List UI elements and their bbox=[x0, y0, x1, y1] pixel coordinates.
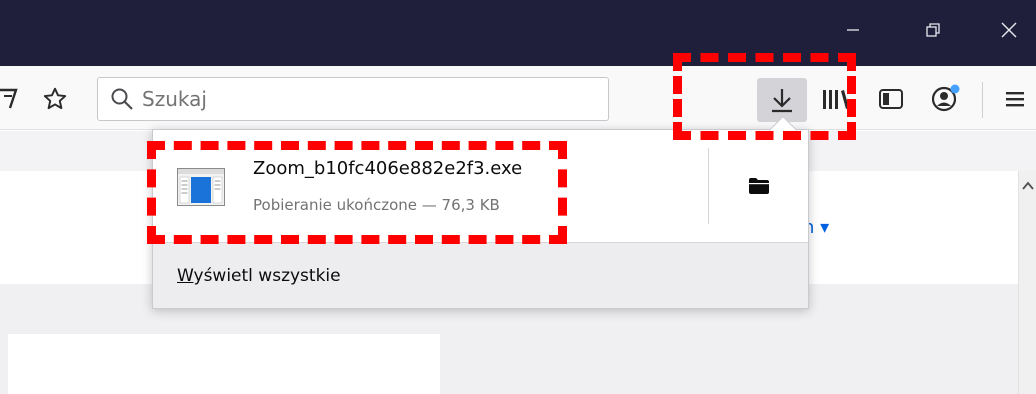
sidebar-icon[interactable] bbox=[874, 84, 908, 114]
search-icon bbox=[110, 87, 134, 111]
download-icon bbox=[769, 86, 795, 114]
show-all-downloads-button[interactable]: Wyświetl wszystkie bbox=[153, 242, 808, 308]
menu-icon[interactable] bbox=[998, 84, 1032, 114]
account-icon[interactable] bbox=[926, 82, 966, 114]
reader-view-icon[interactable] bbox=[0, 82, 22, 116]
folder-icon bbox=[748, 177, 770, 195]
show-in-folder-button[interactable] bbox=[709, 130, 808, 242]
toolbar-separator bbox=[982, 82, 983, 118]
bookmark-star-icon[interactable] bbox=[40, 82, 70, 116]
page-scrollbar[interactable] bbox=[1018, 171, 1036, 394]
page-card bbox=[8, 334, 440, 394]
search-field[interactable] bbox=[97, 77, 609, 121]
show-all-rest: yświetl wszystkie bbox=[193, 266, 341, 286]
close-icon[interactable] bbox=[989, 10, 1029, 50]
window-titlebar bbox=[0, 0, 1036, 66]
exe-file-icon bbox=[177, 168, 225, 206]
download-filename: Zoom_b10fc406e882e2f3.exe bbox=[253, 158, 523, 179]
minimize-icon[interactable] bbox=[833, 10, 873, 50]
search-input[interactable] bbox=[142, 87, 582, 111]
download-status: Pobieranie ukończone — 76,3 KB bbox=[253, 196, 500, 214]
library-icon[interactable] bbox=[818, 84, 852, 114]
restore-icon[interactable] bbox=[913, 10, 953, 50]
scroll-up-icon[interactable] bbox=[1020, 179, 1036, 193]
show-all-label: Wyświetl wszystkie bbox=[177, 266, 341, 286]
download-item[interactable]: Zoom_b10fc406e882e2f3.exe Pobieranie uko… bbox=[153, 130, 808, 242]
downloads-panel: Zoom_b10fc406e882e2f3.exe Pobieranie uko… bbox=[152, 129, 809, 309]
show-all-accesskey: W bbox=[177, 266, 194, 286]
